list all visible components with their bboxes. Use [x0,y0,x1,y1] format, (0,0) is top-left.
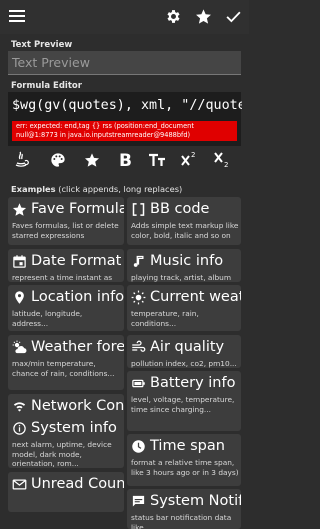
java-icon[interactable] [13,151,29,168]
chat-icon [132,495,145,506]
envelope-icon [12,479,27,489]
example-title: Location info [12,289,124,305]
example-card-7[interactable]: Weather forec... max/min temperature, cha… [8,335,124,390]
top-toolbar [0,0,249,34]
example-card-6[interactable]: Current weather temperature, rain, condit… [127,285,241,331]
example-title: Weather forec... [12,339,124,355]
palette-icon[interactable] [50,152,66,168]
subscript-icon[interactable]: 2 [213,150,231,168]
clock-icon [132,439,145,453]
formula-input[interactable]: $wg(gv(quotes), xml, "//quote")$ [12,98,242,113]
example-title: Network Conn... [12,398,124,414]
example-title-text: Unread Counte... [31,476,124,492]
cloud-sun-icon [12,340,27,353]
example-title-text: Fave Formulas [31,201,124,217]
example-title-text: System info [31,420,117,436]
signal-icon [13,401,26,411]
example-desc: represent a time instant as text [12,273,113,282]
example-card-14[interactable]: System Notific... status bar notification… [127,489,241,529]
example-title: Fave Formulas [12,201,124,217]
example-title-text: System Notific... [150,493,241,509]
example-desc: playing track, artist, album cover... [131,273,232,282]
example-title: Current weather [131,289,241,305]
star-icon [12,202,27,216]
svg-text:2: 2 [191,151,195,159]
example-title-text: Current weather [150,289,241,305]
bold-icon[interactable]: B [118,151,132,168]
example-desc: level, voltage, temperature, time since … [131,395,235,414]
example-card-8[interactable]: Air quality pollution index, co2, pm10... [127,335,241,368]
example-card-3[interactable]: Date Format represent a time instant as t… [8,249,124,282]
menu-icon[interactable] [9,9,25,23]
example-desc: pollution index, co2, pm10... [131,359,237,368]
formula-error: err: expected: end,tag {} rss (position:… [12,121,237,141]
example-title: Date Format [12,253,121,269]
example-card-11[interactable]: System info next alarm, uptime, device mo… [8,416,124,468]
text-size-icon[interactable] [148,151,166,168]
example-card-4[interactable]: Music info playing track, artist, album c… [127,249,241,282]
example-desc: max/min temperature, chance of rain, con… [12,359,115,378]
example-title-text: Battery info [150,375,236,391]
air-icon [132,340,146,352]
text-preview-field: Text Preview [8,51,241,75]
info-icon [13,421,26,435]
example-title: System Notific... [131,493,241,509]
sun-icon [131,290,146,304]
formula-editor-label: Formula Editor [11,81,82,91]
gear-icon[interactable] [165,8,182,25]
example-title: Music info [131,253,223,269]
location-pin-icon [15,290,24,304]
example-title-text: Network Conn... [31,398,124,414]
svg-text:B: B [119,151,132,168]
example-card-10[interactable]: Battery info level, voltage, temperature,… [127,371,241,431]
example-desc: status bar notification data like [131,513,232,529]
star-icon[interactable] [84,152,100,168]
example-card-5[interactable]: Location info latitude, longitude, addres… [8,285,124,331]
example-title-text: Date Format [31,253,122,269]
example-desc: format a relative time span, like 3 hour… [131,458,239,477]
example-title: Unread Counte... [12,476,124,492]
example-card-12[interactable]: Time span format a relative time span, li… [127,434,241,486]
text-preview-label: Text Preview [11,40,73,50]
example-title-text: Location info [31,289,124,305]
example-desc: Faves formulas, list or delete starred e… [12,221,119,240]
star-icon[interactable] [195,8,212,25]
example-title: BB code [131,201,209,217]
example-card-1[interactable]: Fave Formulas Faves formulas, list or del… [8,197,124,245]
example-title: Air quality [131,339,224,355]
music-note-icon [133,255,144,267]
example-card-13[interactable]: Unread Counte... [8,472,124,512]
example-title: Battery info [131,375,235,391]
superscript-icon[interactable]: 2 [180,150,198,168]
example-title-text: Weather forec... [31,339,124,355]
example-title: Time span [131,438,225,454]
example-desc: latitude, longitude, address... [12,309,83,328]
example-title-text: Air quality [150,339,225,355]
example-title-text: BB code [150,201,210,217]
example-title: System info [12,420,117,436]
examples-label: Examples (click appends, long replaces) [11,184,183,194]
example-title-text: Music info [150,253,224,269]
check-icon[interactable] [225,8,242,25]
brackets-icon [132,202,145,216]
example-card-2[interactable]: BB code Adds simple text markup like colo… [127,197,241,245]
example-title-text: Time span [150,438,225,454]
formula-editor[interactable]: $wg(gv(quotes), xml, "//quote")$ err: ex… [8,92,242,146]
example-desc: temperature, rain, conditions... [131,309,199,328]
editor-toolbar: B 2 2 [0,146,249,174]
svg-text:2: 2 [224,161,228,168]
battery-icon [132,379,145,387]
example-desc: Adds simple text markup like color, bold… [131,221,239,240]
calendar-icon [13,254,26,268]
example-desc: next alarm, uptime, device model, dark m… [12,440,112,468]
